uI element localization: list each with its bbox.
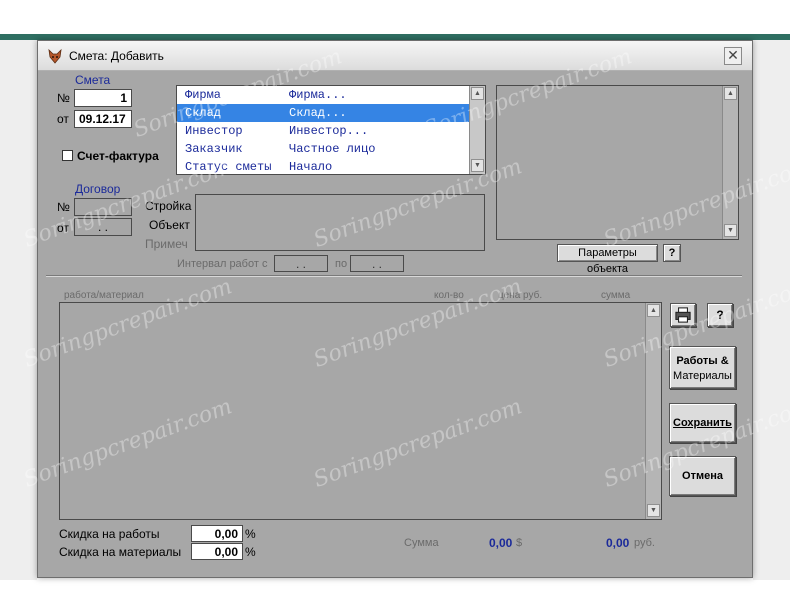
scroll-down-icon[interactable]: ▼ bbox=[471, 159, 484, 172]
sum-rub-unit: руб. bbox=[634, 537, 655, 549]
works-discount-label: Скидка на работы bbox=[59, 527, 160, 541]
sum-usd-value: 0,00 bbox=[489, 536, 513, 550]
works-materials-button[interactable]: Работы & Материалы bbox=[669, 346, 736, 389]
estimate-number-label: № bbox=[57, 91, 70, 105]
works-discount-percent: % bbox=[245, 527, 256, 541]
scroll-down-icon[interactable]: ▼ bbox=[647, 504, 660, 517]
estimate-dialog: Смета: Добавить ✕ Смета № 1 от 09.12.17 … bbox=[20, 40, 790, 578]
background-app-right bbox=[753, 40, 790, 580]
list-item-value: Частное лицо bbox=[289, 142, 376, 156]
interval-to-label: по bbox=[335, 258, 348, 270]
list-item-value: Инвестор... bbox=[289, 124, 369, 138]
parties-list: Фирма Фирма... Склад Склад... Инвестор И… bbox=[176, 85, 486, 175]
estimate-date-label: от bbox=[57, 112, 69, 126]
works-materials-line2: Материалы bbox=[673, 370, 732, 382]
interval-to-input[interactable]: . . bbox=[350, 255, 404, 272]
contract-number-input[interactable] bbox=[74, 198, 132, 216]
title-bar: Смета: Добавить ✕ bbox=[38, 41, 752, 71]
list-item-investor[interactable]: Инвестор Инвестор... bbox=[177, 122, 469, 140]
contract-number-label: № bbox=[57, 200, 70, 214]
background-app-left bbox=[0, 40, 37, 580]
list-item-value: Фирма... bbox=[289, 88, 347, 102]
object-params-button[interactable]: Параметры объекта bbox=[557, 244, 658, 275]
list-item-value: Склад... bbox=[289, 106, 347, 120]
sum-usd-unit: $ bbox=[516, 537, 523, 549]
col-work-material: работа/материал bbox=[64, 290, 144, 301]
scroll-up-icon[interactable]: ▲ bbox=[724, 87, 737, 100]
app-fox-icon bbox=[48, 48, 62, 64]
estimate-number-input[interactable]: 1 bbox=[74, 89, 132, 107]
note-label: Примеч bbox=[145, 237, 188, 251]
contract-group-label: Договор bbox=[75, 182, 121, 196]
cancel-button-label: Отмена bbox=[682, 470, 723, 482]
works-discount-input[interactable]: 0,00 bbox=[191, 525, 243, 542]
materials-discount-percent: % bbox=[245, 545, 256, 559]
list-item-name: Заказчик bbox=[185, 142, 243, 156]
col-price: цена руб. bbox=[498, 290, 543, 301]
invoice-checkbox[interactable] bbox=[62, 150, 73, 161]
printer-icon bbox=[675, 307, 691, 323]
object-label: Объект bbox=[149, 218, 190, 232]
cancel-button[interactable]: Отмена bbox=[669, 456, 736, 496]
object-info-scrollbar[interactable]: ▲ ▼ bbox=[722, 86, 738, 239]
save-button-label: Сохранить bbox=[673, 417, 732, 429]
scroll-down-icon[interactable]: ▼ bbox=[724, 224, 737, 237]
list-item-name: Статус сметы bbox=[185, 160, 272, 174]
list-item-name: Склад bbox=[185, 106, 222, 120]
contract-date-input[interactable]: . . bbox=[74, 218, 132, 236]
sum-rub-value: 0,00 bbox=[606, 536, 630, 550]
estimate-date-input[interactable]: 09.12.17 bbox=[74, 110, 132, 128]
object-info-panel: ▲ ▼ bbox=[496, 85, 739, 240]
invoice-label: Счет-фактура bbox=[77, 149, 159, 163]
interval-label: Интервал работ с bbox=[177, 258, 268, 270]
items-table[interactable]: ▲ ▼ bbox=[59, 302, 662, 520]
contract-date-label: от bbox=[57, 221, 69, 235]
materials-discount-input[interactable]: 0,00 bbox=[191, 543, 243, 560]
construction-object-field[interactable] bbox=[195, 194, 485, 251]
section-divider bbox=[46, 275, 742, 277]
sum-label: Сумма bbox=[404, 537, 439, 549]
scroll-up-icon[interactable]: ▲ bbox=[647, 304, 660, 317]
print-button[interactable] bbox=[670, 303, 696, 327]
construction-label: Стройка bbox=[145, 199, 192, 213]
scroll-up-icon[interactable]: ▲ bbox=[471, 87, 484, 100]
list-item-firm[interactable]: Фирма Фирма... bbox=[177, 86, 469, 104]
save-button[interactable]: Сохранить bbox=[669, 403, 736, 443]
col-sum: сумма bbox=[601, 290, 631, 301]
col-quantity: кол-во bbox=[434, 290, 464, 301]
list-item-name: Фирма bbox=[185, 88, 222, 102]
list-item-name: Инвестор bbox=[185, 124, 243, 138]
estimate-group-label: Смета bbox=[75, 73, 111, 87]
list-item-customer[interactable]: Заказчик Частное лицо bbox=[177, 140, 469, 158]
list-item-warehouse[interactable]: Склад Склад... bbox=[177, 104, 469, 122]
items-table-scrollbar[interactable]: ▲ ▼ bbox=[645, 303, 661, 519]
materials-discount-label: Скидка на материалы bbox=[59, 545, 182, 559]
parties-list-scrollbar[interactable]: ▲ ▼ bbox=[469, 86, 485, 174]
list-item-status[interactable]: Статус сметы Начало bbox=[177, 158, 469, 176]
window-title: Смета: Добавить bbox=[69, 49, 164, 63]
interval-from-input[interactable]: . . bbox=[274, 255, 328, 272]
help-button[interactable]: ? bbox=[707, 303, 733, 327]
object-help-button[interactable]: ? bbox=[663, 244, 681, 262]
list-item-value: Начало bbox=[289, 160, 333, 174]
close-button[interactable]: ✕ bbox=[724, 47, 742, 65]
works-materials-line1: Работы & bbox=[676, 355, 729, 367]
